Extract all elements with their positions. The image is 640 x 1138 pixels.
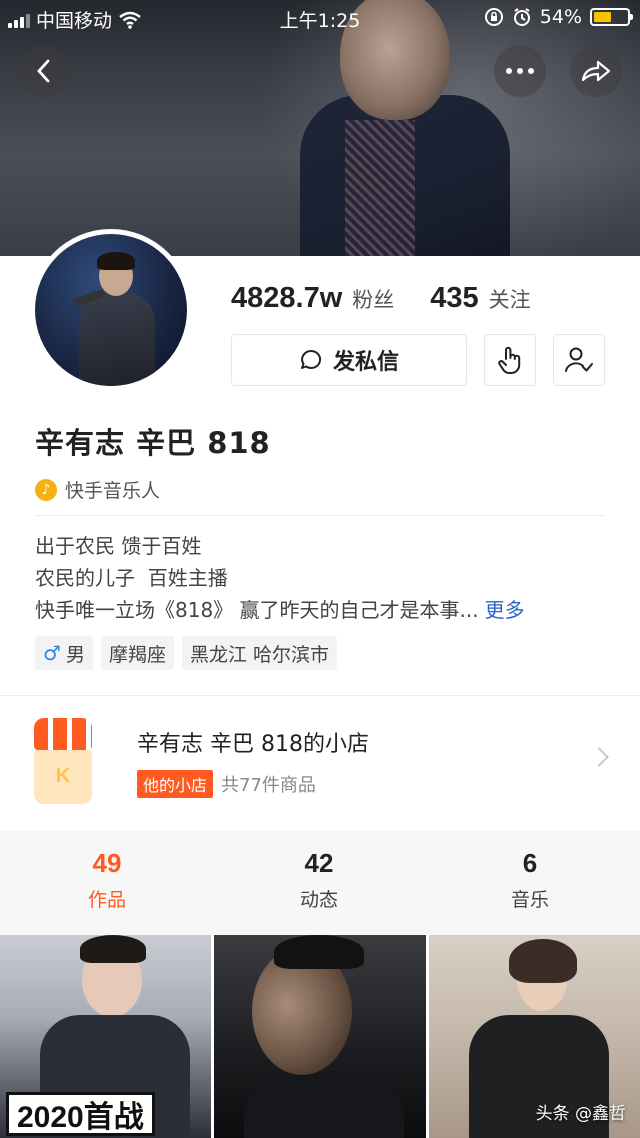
fans-label[interactable]: 粉丝 <box>352 284 394 314</box>
battery-fill <box>594 12 612 22</box>
shop-icon-awning <box>34 718 92 750</box>
profile-stats: 4828.7w 粉丝 435 关注 <box>231 282 531 315</box>
poke-button[interactable] <box>484 334 536 386</box>
battery-icon <box>590 8 633 26</box>
shop-title: 辛有志 辛巴 818的小店 <box>137 732 369 757</box>
tab-works-label: 作品 <box>87 889 126 911</box>
shop-icon: K <box>34 718 92 804</box>
bio-more-link[interactable]: 更多 <box>485 598 525 622</box>
shop-entry[interactable]: K 辛有志 辛巴 818的小店 他的小店 共77件商品 <box>0 696 640 830</box>
bio-line-3: 快手唯一立场《818》 赢了昨天的自己才是本事... <box>35 598 479 622</box>
chat-bubble-icon <box>300 349 322 369</box>
following-label[interactable]: 关注 <box>489 284 531 314</box>
work-thumbnail[interactable] <box>214 935 426 1138</box>
tab-moments-label: 动态 <box>299 889 338 911</box>
followed-status-button[interactable] <box>553 334 605 386</box>
thumb-hair <box>80 935 146 963</box>
status-right: 54% <box>484 6 633 28</box>
shop-item-count: 共77件商品 <box>221 775 316 796</box>
thumb-hair <box>508 939 577 983</box>
tab-works-count: 49 <box>92 848 122 878</box>
shop-badge: 他的小店 <box>137 770 214 798</box>
profile-chips: ♂ 男 摩羯座 黑龙江 哈尔滨市 <box>35 636 338 670</box>
fans-count[interactable]: 4828.7w <box>231 282 342 315</box>
thumb-hair <box>274 935 365 969</box>
shop-subline: 他的小店 共77件商品 <box>137 770 316 798</box>
tap-hand-icon <box>498 346 521 374</box>
thumb-body <box>244 1075 405 1138</box>
musician-tag[interactable]: ♪ 快手音乐人 <box>35 476 160 503</box>
battery-percent: 54% <box>539 6 582 28</box>
avatar-person-body <box>79 292 155 386</box>
tab-music[interactable]: 6 音乐 <box>470 848 590 912</box>
back-button[interactable] <box>18 45 70 97</box>
tab-music-count: 6 <box>522 848 538 878</box>
more-options-button[interactable] <box>494 45 546 97</box>
gender-label: 男 <box>65 643 85 666</box>
send-message-label: 发私信 <box>332 350 399 375</box>
chevron-right-icon <box>589 747 609 767</box>
alarm-icon <box>513 8 530 26</box>
profile-bio: 出于农民 馈于百姓 农民的儿子 百姓主播 快手唯一立场《818》 赢了昨天的自己… <box>35 530 525 626</box>
following-count[interactable]: 435 <box>430 282 478 315</box>
location-chip: 黑龙江 哈尔滨市 <box>181 636 338 670</box>
work-thumbnail[interactable]: 2020首战 <box>0 935 212 1138</box>
bio-line-1: 出于农民 馈于百姓 <box>35 534 202 558</box>
gender-chip: ♂ 男 <box>35 636 93 670</box>
profile-banner <box>0 0 640 256</box>
bio-line-3-wrap: 快手唯一立场《818》 赢了昨天的自己才是本事... 更多 <box>35 594 525 626</box>
user-check-icon <box>565 347 593 372</box>
avatar[interactable] <box>35 234 187 386</box>
male-icon: ♂ <box>43 641 61 665</box>
more-dots-icon <box>506 68 534 74</box>
tab-moments[interactable]: 42 动态 <box>259 848 379 912</box>
avatar-person-hair <box>97 252 135 270</box>
profile-name: 辛有志 辛巴 818 <box>35 426 271 460</box>
divider <box>35 515 605 516</box>
watermark: 头条 @鑫哲 <box>535 1104 626 1124</box>
status-bar: 中国移动 上午1:25 54% <box>0 0 640 36</box>
music-note-icon: ♪ <box>35 478 57 501</box>
thumb-caption: 2020首战 <box>6 1092 155 1136</box>
share-arrow-icon <box>581 60 611 82</box>
orientation-lock-icon <box>484 8 503 26</box>
send-message-button[interactable]: 发私信 <box>231 334 467 386</box>
tab-works[interactable]: 49 作品 <box>47 848 167 912</box>
share-button[interactable] <box>570 45 622 97</box>
bio-line-2: 农民的儿子 百姓主播 <box>35 566 228 590</box>
zodiac-chip: 摩羯座 <box>100 636 174 670</box>
musician-tag-label: 快手音乐人 <box>65 480 161 502</box>
tab-moments-count: 42 <box>304 848 334 878</box>
tab-music-label: 音乐 <box>510 889 549 911</box>
zodiac-label: 摩羯座 <box>108 643 166 666</box>
location-label: 黑龙江 哈尔滨市 <box>189 643 330 666</box>
chevron-left-icon <box>37 59 50 83</box>
shop-icon-box: K <box>34 748 92 804</box>
